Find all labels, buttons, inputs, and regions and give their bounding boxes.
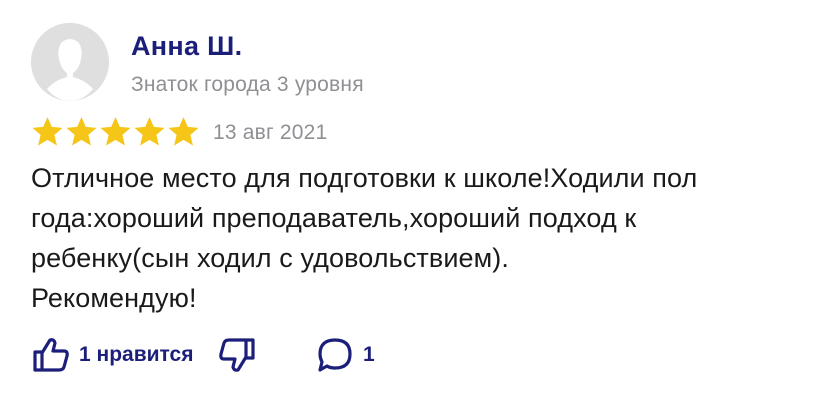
comments-button[interactable]: 1 xyxy=(315,335,375,375)
star-icon xyxy=(66,117,97,146)
avatar[interactable] xyxy=(31,23,109,101)
star-icon xyxy=(100,117,131,146)
rating-stars xyxy=(31,116,200,147)
star-icon xyxy=(32,117,63,146)
review-actions: 1 нравится 1 xyxy=(31,335,375,375)
author-name[interactable]: Анна Ш. xyxy=(131,31,242,62)
review-date: 13 авг 2021 xyxy=(213,121,328,144)
dislike-button[interactable] xyxy=(217,335,315,375)
thumbs-up-icon xyxy=(33,338,69,372)
comment-icon xyxy=(318,338,352,372)
star-icon xyxy=(168,117,199,146)
star-icon xyxy=(134,117,165,146)
comment-count: 1 xyxy=(363,343,375,366)
like-button[interactable]: 1 нравится xyxy=(31,335,217,375)
author-level: Знаток города 3 уровня xyxy=(131,73,364,96)
user-silhouette-icon xyxy=(31,23,109,101)
review-text: Отличное место для подготовки к школе!Хо… xyxy=(31,163,698,313)
like-count-label: 1 нравится xyxy=(79,343,194,366)
thumbs-down-icon xyxy=(219,338,255,372)
